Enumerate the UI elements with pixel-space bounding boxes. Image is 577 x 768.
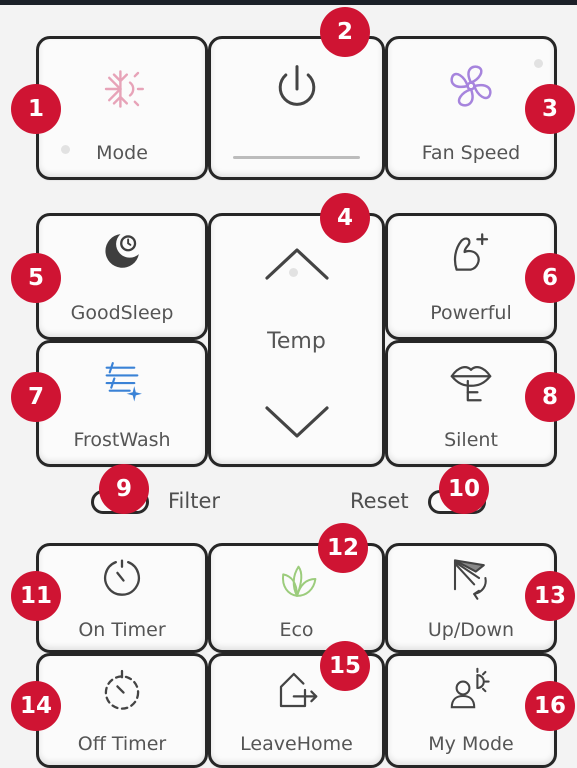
timer-icon <box>103 559 141 596</box>
power-icon <box>278 65 315 106</box>
swing-icon <box>453 559 487 600</box>
powerful-label: Powerful <box>430 302 512 324</box>
moon-icon <box>105 234 139 268</box>
mode-label: Mode <box>96 142 148 164</box>
power-indicator-bar <box>233 156 360 159</box>
off-timer-label: Off Timer <box>77 733 167 755</box>
silent-label: Silent <box>444 429 498 451</box>
led-indicator <box>534 59 543 68</box>
leave-home-label: LeaveHome <box>240 733 353 755</box>
badge-2: 2 <box>320 7 370 57</box>
badge-3: 3 <box>525 84 575 134</box>
badge-9: 9 <box>99 464 149 514</box>
badge-15: 15 <box>320 641 370 691</box>
fan-speed-label: Fan Speed <box>421 142 521 164</box>
on-timer-label: On Timer <box>78 619 166 641</box>
dashed-timer-icon <box>104 669 140 710</box>
led-indicator <box>289 268 298 277</box>
temp-button[interactable]: Temp <box>208 213 385 467</box>
remote-top-edge <box>0 0 577 5</box>
snowflake-sun-icon <box>104 70 144 108</box>
badge-10: 10 <box>439 464 489 514</box>
badge-16: 16 <box>525 681 575 731</box>
filter-label: Filter <box>168 489 221 513</box>
badge-7: 7 <box>11 372 61 422</box>
leave-home-icon <box>279 672 317 708</box>
badge-1: 1 <box>11 84 61 134</box>
good-sleep-label: GoodSleep <box>70 302 174 324</box>
badge-4: 4 <box>320 193 370 243</box>
my-mode-label: My Mode <box>428 733 514 755</box>
fan-icon <box>450 65 492 107</box>
mode-button[interactable]: Mode <box>36 36 208 180</box>
up-down-label: Up/Down <box>427 619 515 641</box>
power-button[interactable] <box>208 36 385 180</box>
person-sun-icon <box>450 667 490 709</box>
badge-8: 8 <box>525 372 575 422</box>
eco-label: Eco <box>279 619 314 641</box>
good-sleep-button[interactable]: GoodSleep <box>36 213 208 340</box>
reset-label: Reset <box>350 489 409 513</box>
flexed-arm-icon <box>453 233 489 271</box>
badge-13: 13 <box>525 571 575 621</box>
badge-11: 11 <box>11 571 61 621</box>
chevron-up-icon <box>264 248 329 280</box>
frost-wash-button[interactable]: FrostWash <box>36 340 208 467</box>
badge-6: 6 <box>525 253 575 303</box>
badge-12: 12 <box>318 523 368 573</box>
leaves-icon <box>281 565 316 597</box>
frost-wash-icon <box>105 362 142 402</box>
chevron-down-icon <box>264 406 329 438</box>
lips-icon <box>450 366 492 402</box>
frost-wash-label: FrostWash <box>73 429 171 451</box>
badge-14: 14 <box>11 681 61 731</box>
off-timer-button[interactable]: Off Timer <box>36 653 208 768</box>
temp-label: Temp <box>267 329 326 354</box>
badge-5: 5 <box>11 253 61 303</box>
on-timer-button[interactable]: On Timer <box>36 543 208 653</box>
